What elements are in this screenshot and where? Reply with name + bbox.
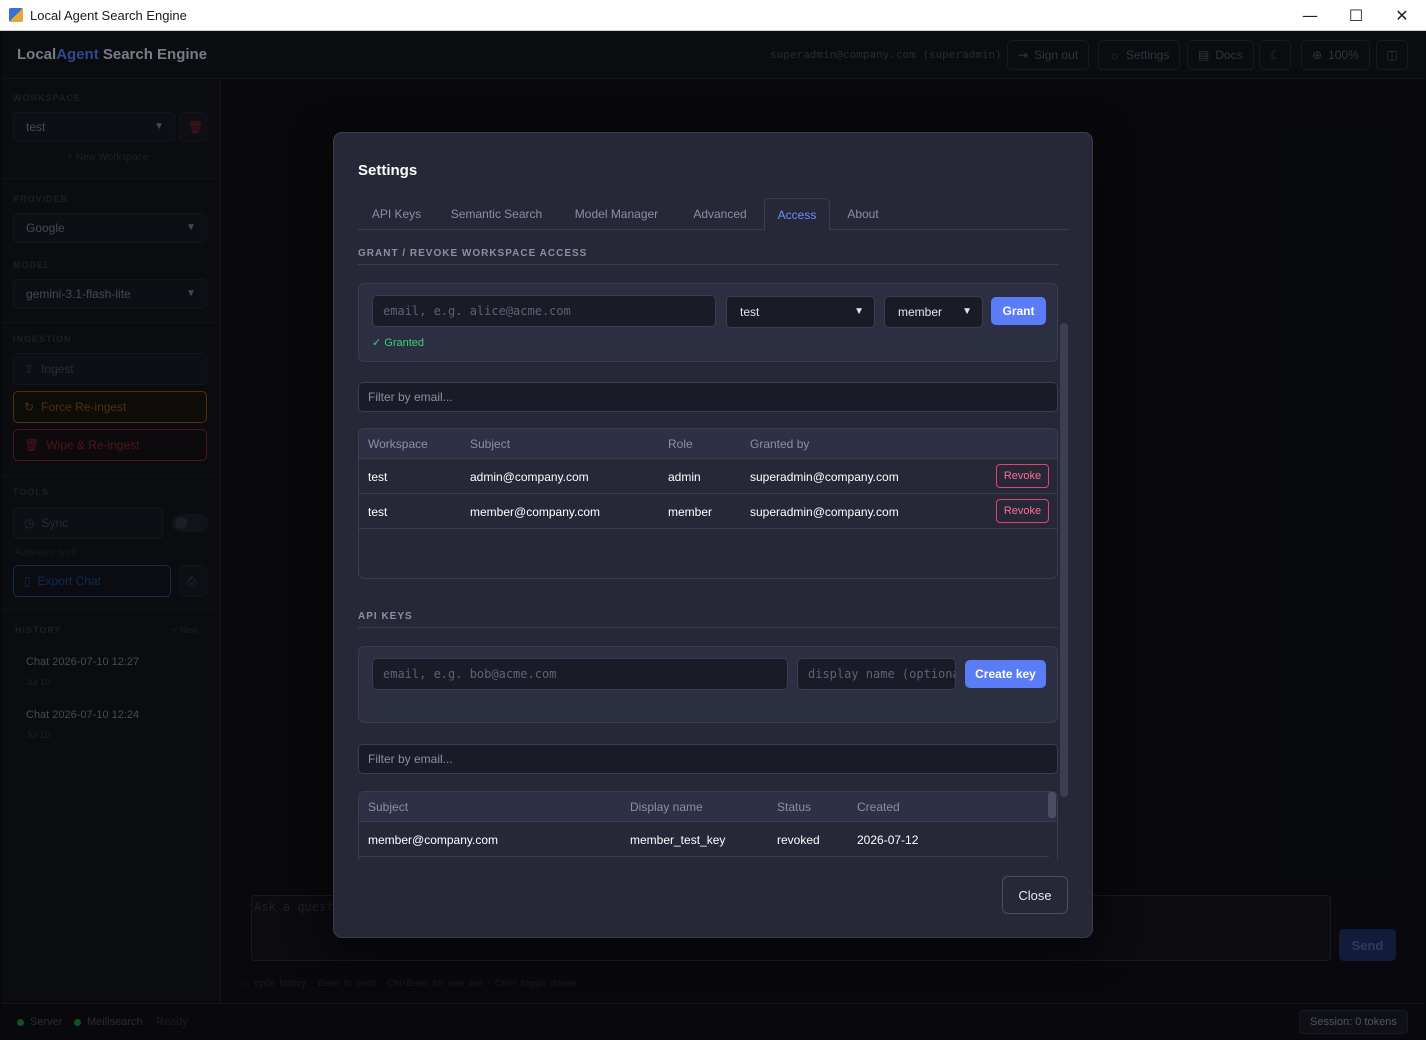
table-row: test admin@company.com admin superadmin@… bbox=[359, 459, 1057, 494]
revoke-button[interactable]: Revoke bbox=[996, 464, 1049, 488]
grant-card: email, e.g. alice@acme.com test ▼ member ▼… bbox=[358, 283, 1058, 362]
cell-granted-by: superadmin@company.com bbox=[750, 470, 899, 484]
app-icon bbox=[9, 8, 23, 22]
key-filter-input[interactable]: Filter by email... bbox=[358, 744, 1058, 774]
grant-role-select[interactable]: member ▼ bbox=[884, 296, 983, 328]
cell-granted-by: superadmin@company.com bbox=[750, 505, 899, 519]
api-keys-table: Subject Display name Status Created memb… bbox=[358, 791, 1058, 860]
table-header: Subject Display name Status Created bbox=[359, 792, 1057, 822]
modal-title: Settings bbox=[358, 162, 418, 179]
tab-semantic-search[interactable]: Semantic Search bbox=[439, 198, 554, 230]
divider bbox=[358, 627, 1058, 628]
grant-workspace-select[interactable]: test ▼ bbox=[726, 296, 875, 328]
access-filter-input[interactable]: Filter by email... bbox=[358, 382, 1058, 412]
column-header: Role bbox=[668, 437, 693, 451]
tab-about[interactable]: About bbox=[834, 198, 892, 230]
cell-role: member bbox=[668, 505, 713, 519]
column-header: Subject bbox=[368, 800, 409, 814]
close-modal-button[interactable]: Close bbox=[1002, 876, 1068, 914]
column-header: Granted by bbox=[750, 437, 810, 451]
chevron-down-icon: ▼ bbox=[854, 306, 864, 317]
tab-api-keys[interactable]: API Keys bbox=[358, 198, 435, 230]
window-title: Local Agent Search Engine bbox=[30, 7, 187, 23]
divider bbox=[358, 264, 1058, 265]
tab-advanced[interactable]: Advanced bbox=[679, 198, 761, 230]
maximize-button[interactable]: ☐ bbox=[1333, 0, 1379, 31]
table-row: member@company.com member_test_key revok… bbox=[359, 822, 1049, 857]
cell-subject: admin@company.com bbox=[470, 470, 589, 484]
tab-access[interactable]: Access bbox=[764, 198, 830, 231]
create-key-button[interactable]: Create key bbox=[965, 660, 1046, 688]
cell-display-name: member_test_key bbox=[630, 833, 726, 847]
cell-subject: member@company.com bbox=[470, 505, 600, 519]
cell-created: 2026-07-12 bbox=[857, 833, 919, 847]
grant-button[interactable]: Grant bbox=[991, 297, 1046, 325]
apikeys-section-title: API KEYS bbox=[358, 611, 413, 622]
table-header: Workspace Subject Role Granted by bbox=[359, 429, 1057, 459]
granted-message: ✓ Granted bbox=[372, 337, 425, 349]
cell-role: admin bbox=[668, 470, 701, 484]
chevron-down-icon: ▼ bbox=[962, 306, 972, 317]
table-scrollbar-thumb[interactable] bbox=[1048, 792, 1056, 818]
settings-modal: Settings API Keys Semantic Search Model … bbox=[333, 132, 1093, 938]
key-display-name-input[interactable]: display name (optional) bbox=[797, 658, 956, 690]
tab-model-manager[interactable]: Model Manager bbox=[558, 198, 675, 230]
column-header: Status bbox=[777, 800, 812, 814]
window-titlebar: Local Agent Search Engine — ☐ ✕ bbox=[0, 0, 1426, 31]
key-email-input[interactable]: email, e.g. bob@acme.com bbox=[372, 658, 788, 690]
column-header: Display name bbox=[630, 800, 703, 814]
cell-workspace: test bbox=[368, 470, 388, 484]
settings-scroll-area[interactable]: GRANT / REVOKE WORKSPACE ACCESS email, e… bbox=[334, 238, 1092, 860]
cell-subject: member@company.com bbox=[368, 833, 498, 847]
cell-status: revoked bbox=[777, 833, 820, 847]
column-header: Workspace bbox=[368, 437, 428, 451]
table-row: test member@company.com member superadmi… bbox=[359, 494, 1057, 529]
create-key-card: email, e.g. bob@acme.com display name (o… bbox=[358, 646, 1058, 723]
grant-section-title: GRANT / REVOKE WORKSPACE ACCESS bbox=[358, 248, 588, 259]
settings-tabs: API Keys Semantic Search Model Manager A… bbox=[358, 198, 1069, 231]
column-header: Created bbox=[857, 800, 900, 814]
close-window-button[interactable]: ✕ bbox=[1379, 0, 1425, 31]
minimize-button[interactable]: — bbox=[1287, 0, 1333, 31]
revoke-button[interactable]: Revoke bbox=[996, 499, 1049, 523]
cell-workspace: test bbox=[368, 505, 388, 519]
grant-email-input[interactable]: email, e.g. alice@acme.com bbox=[372, 295, 716, 327]
column-header: Subject bbox=[470, 437, 511, 451]
access-table: Workspace Subject Role Granted by test a… bbox=[358, 428, 1058, 579]
modal-scrollbar-thumb[interactable] bbox=[1060, 323, 1068, 797]
